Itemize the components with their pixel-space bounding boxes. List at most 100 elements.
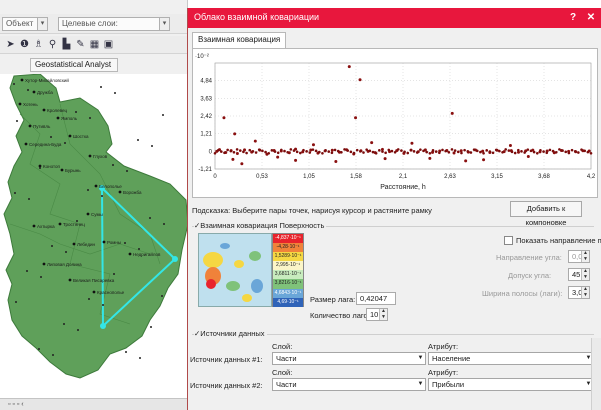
close-icon[interactable]: ✕ <box>584 11 598 25</box>
data-point[interactable] <box>539 149 542 152</box>
data-point[interactable] <box>213 151 217 155</box>
data-point[interactable] <box>334 160 338 164</box>
bandwidth-stepper[interactable]: 3,0 ▲ ▼ <box>568 286 590 299</box>
data-point[interactable] <box>327 150 331 153</box>
data-point[interactable] <box>229 149 233 153</box>
data-point[interactable] <box>529 149 533 153</box>
layer-combo[interactable]: Объект ▾ <box>2 17 48 31</box>
data-point[interactable] <box>232 151 236 154</box>
data-point[interactable] <box>464 159 468 163</box>
data-point[interactable] <box>504 148 507 151</box>
data-point[interactable] <box>577 151 580 154</box>
source2-attribute-select[interactable]: Прибыли ▼ <box>428 378 594 391</box>
data-point[interactable] <box>485 149 489 152</box>
data-point[interactable] <box>253 139 257 143</box>
data-point[interactable] <box>352 151 356 155</box>
data-point[interactable] <box>482 151 485 155</box>
data-point[interactable] <box>466 150 470 153</box>
data-point[interactable] <box>308 151 312 154</box>
data-point[interactable] <box>378 149 381 152</box>
data-point[interactable] <box>415 151 419 154</box>
data-point[interactable] <box>270 149 274 152</box>
spin-icon[interactable]: ▲ ▼ <box>581 269 589 280</box>
data-point[interactable] <box>482 158 486 162</box>
data-point[interactable] <box>233 132 237 136</box>
data-point[interactable] <box>431 149 435 152</box>
data-point[interactable] <box>393 151 397 154</box>
data-point[interactable] <box>463 148 466 152</box>
data-point[interactable] <box>488 150 492 153</box>
pen-icon[interactable]: ✎ <box>74 38 87 51</box>
data-point[interactable] <box>542 150 545 153</box>
region-map[interactable]: Хутор-Михайловский Дружба Хотень Кролевец Пу… <box>0 73 189 398</box>
data-point[interactable] <box>257 148 261 151</box>
chart-panel[interactable]: 0 0,53 1,05 1,58 2,1 2,63 3,15 3,68 4,2 -1,21 0 1,2… <box>192 48 598 198</box>
source1-layer-select[interactable]: Части ▼ <box>272 352 426 365</box>
vertical-scrollbar[interactable] <box>591 338 601 410</box>
data-point[interactable] <box>396 148 400 151</box>
data-point[interactable] <box>508 143 512 147</box>
select-arrow-icon[interactable]: ➤ <box>4 38 17 51</box>
data-point[interactable] <box>548 148 552 152</box>
tolerance-stepper[interactable]: 45,0 ▲ ▼ <box>568 268 590 281</box>
data-point[interactable] <box>355 148 359 152</box>
data-point[interactable] <box>523 151 526 154</box>
data-point[interactable] <box>412 150 416 153</box>
data-point[interactable] <box>359 150 362 153</box>
data-point[interactable] <box>374 151 378 155</box>
data-point[interactable] <box>317 150 321 154</box>
data-point[interactable] <box>434 150 438 153</box>
data-point[interactable] <box>305 150 308 153</box>
data-point[interactable] <box>479 150 482 154</box>
data-point[interactable] <box>453 149 457 152</box>
chart-icon[interactable]: ▙ <box>60 38 73 51</box>
data-point[interactable] <box>349 150 353 154</box>
data-point[interactable] <box>460 151 463 155</box>
data-point[interactable] <box>381 150 384 153</box>
data-point[interactable] <box>390 149 394 153</box>
data-point[interactable] <box>567 151 571 155</box>
data-point[interactable] <box>520 150 523 153</box>
spin-icon[interactable]: ▲ ▼ <box>581 287 589 298</box>
data-point[interactable] <box>251 150 255 153</box>
data-point[interactable] <box>321 151 324 155</box>
data-point[interactable] <box>314 149 318 153</box>
window-icon[interactable]: ▣ <box>102 38 115 51</box>
data-point[interactable] <box>570 148 574 152</box>
data-point[interactable] <box>491 151 495 155</box>
data-point[interactable] <box>551 149 555 153</box>
data-point[interactable] <box>267 151 271 155</box>
data-point[interactable] <box>286 151 289 154</box>
data-point[interactable] <box>330 151 334 155</box>
data-point[interactable] <box>302 148 305 152</box>
data-point[interactable] <box>403 150 406 154</box>
data-point[interactable] <box>235 148 239 151</box>
data-point[interactable] <box>264 150 267 154</box>
data-point[interactable] <box>289 148 293 151</box>
data-point[interactable] <box>240 162 244 166</box>
data-point[interactable] <box>280 148 283 152</box>
data-point[interactable] <box>580 148 583 151</box>
data-point[interactable] <box>400 149 403 152</box>
direction-stepper[interactable]: 0,0 ▲ ▼ <box>568 250 590 263</box>
data-point[interactable] <box>409 148 413 152</box>
data-point[interactable] <box>510 150 514 154</box>
data-point[interactable] <box>573 150 577 153</box>
data-point[interactable] <box>371 150 375 154</box>
data-point[interactable] <box>564 150 568 154</box>
add-to-layout-button[interactable]: Добавить к компоновке <box>510 201 582 227</box>
data-point[interactable] <box>469 151 473 154</box>
data-point[interactable] <box>450 148 454 151</box>
data-point[interactable] <box>444 149 447 153</box>
data-point[interactable] <box>422 149 425 153</box>
data-point[interactable] <box>545 151 549 155</box>
show-direction-checkbox[interactable] <box>504 236 513 245</box>
data-point[interactable] <box>276 155 280 159</box>
data-point[interactable] <box>365 148 368 151</box>
data-point[interactable] <box>346 149 350 152</box>
table-icon[interactable]: ▦ <box>88 38 101 51</box>
data-point[interactable] <box>370 141 374 145</box>
data-point[interactable] <box>299 151 302 155</box>
data-point[interactable] <box>216 149 220 152</box>
data-point[interactable] <box>343 148 346 151</box>
